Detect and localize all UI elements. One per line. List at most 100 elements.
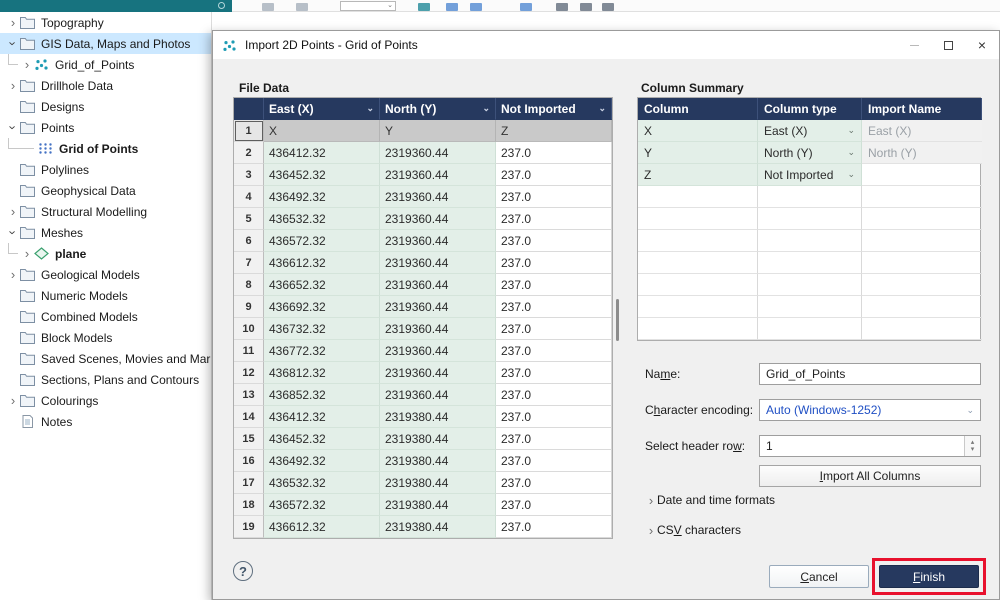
search-icon[interactable]	[218, 2, 225, 9]
chevron-down-icon[interactable]: ⌄	[366, 104, 374, 113]
tree-item-geological-models[interactable]: › Geological Models	[0, 264, 211, 285]
table-cell[interactable]: 237.0	[496, 494, 612, 516]
chevron-down-icon[interactable]: ⌄	[482, 104, 490, 113]
column-header[interactable]: Not Imported ⌄	[496, 98, 612, 120]
table-cell[interactable]: 436532.32	[264, 208, 380, 230]
row-number[interactable]: 19	[234, 516, 264, 538]
tree-item-numeric-models[interactable]: Numeric Models	[0, 285, 211, 306]
row-number[interactable]: 13	[234, 384, 264, 406]
table-cell[interactable]: 2319380.44	[380, 516, 496, 538]
row-number[interactable]: 2	[234, 142, 264, 164]
toolbar-icon-5[interactable]	[470, 3, 482, 11]
row-number[interactable]: 10	[234, 318, 264, 340]
file-data-table[interactable]: East (X) ⌄ North (Y) ⌄ Not Imported ⌄ 1 X Y Z 2 436…	[233, 97, 613, 539]
table-cell[interactable]: 436452.32	[264, 164, 380, 186]
table-cell[interactable]: 2319360.44	[380, 208, 496, 230]
table-cell[interactable]: 2319380.44	[380, 472, 496, 494]
table-cell[interactable]: 237.0	[496, 186, 612, 208]
row-number[interactable]: 7	[234, 252, 264, 274]
table-cell[interactable]: Z	[496, 120, 612, 142]
help-button[interactable]: ?	[233, 561, 253, 581]
table-cell[interactable]: 237.0	[496, 164, 612, 186]
toolbar-icon-4[interactable]	[446, 3, 458, 11]
tree-item-combined-models[interactable]: Combined Models	[0, 306, 211, 327]
table-cell[interactable]: 436412.32	[264, 142, 380, 164]
table-cell[interactable]: 2319360.44	[380, 274, 496, 296]
table-cell[interactable]: 436572.32	[264, 230, 380, 252]
tree-chevron-right-icon[interactable]: ›	[6, 205, 20, 218]
toolbar-icon-6[interactable]	[520, 3, 532, 11]
tree-item-notes[interactable]: Notes	[0, 411, 211, 432]
stepper-arrows[interactable]: ▴ ▾	[964, 436, 980, 456]
table-cell[interactable]: 237.0	[496, 340, 612, 362]
table-cell[interactable]: 237.0	[496, 296, 612, 318]
row-number[interactable]: 12	[234, 362, 264, 384]
table-cell[interactable]: 436572.32	[264, 494, 380, 516]
tree-item-designs[interactable]: Designs	[0, 96, 211, 117]
close-button[interactable]: ×	[965, 31, 999, 59]
tree-item-gis-data-maps-and-photos[interactable]: › GIS Data, Maps and Photos	[0, 33, 211, 54]
table-cell[interactable]: 2319380.44	[380, 406, 496, 428]
table-cell[interactable]: Y	[380, 120, 496, 142]
toolbar-icon-1[interactable]	[262, 3, 274, 11]
row-number[interactable]: 1	[234, 120, 264, 142]
tree-chevron-down-icon[interactable]: ›	[6, 226, 21, 240]
table-cell[interactable]: 237.0	[496, 428, 612, 450]
table-cell[interactable]: 436612.32	[264, 252, 380, 274]
table-cell[interactable]: X	[264, 120, 380, 142]
table-cell[interactable]: 2319360.44	[380, 230, 496, 252]
tree-item-meshes[interactable]: › Meshes	[0, 222, 211, 243]
tree-item-polylines[interactable]: Polylines	[0, 159, 211, 180]
table-cell[interactable]: 436812.32	[264, 362, 380, 384]
table-cell[interactable]: 2319380.44	[380, 494, 496, 516]
tree-chevron-right-icon[interactable]: ›	[6, 394, 20, 407]
table-cell[interactable]: 2319360.44	[380, 340, 496, 362]
chevron-down-icon[interactable]: ⌄	[847, 148, 855, 157]
row-number[interactable]: 4	[234, 186, 264, 208]
column-type-dropdown[interactable]: North (Y) ⌄	[758, 142, 862, 164]
chevron-down-icon[interactable]: ⌄	[847, 170, 855, 179]
tree-item-block-models[interactable]: Block Models	[0, 327, 211, 348]
row-number[interactable]: 17	[234, 472, 264, 494]
table-cell[interactable]: 2319360.44	[380, 252, 496, 274]
tree-item-structural-modelling[interactable]: › Structural Modelling	[0, 201, 211, 222]
toolbar-dropdown[interactable]: ⌄	[340, 1, 396, 11]
tree-item-grid-of-points[interactable]: Grid of Points	[0, 138, 211, 159]
tree-chevron-right-icon[interactable]: ›	[6, 16, 20, 29]
table-cell[interactable]: 237.0	[496, 230, 612, 252]
table-cell[interactable]: 237.0	[496, 142, 612, 164]
table-cell[interactable]: 2319380.44	[380, 450, 496, 472]
table-cell[interactable]: 436692.32	[264, 296, 380, 318]
tree-chevron-down-icon[interactable]: ›	[6, 121, 21, 135]
tree-item-sections-plans-and-contours[interactable]: Sections, Plans and Contours	[0, 369, 211, 390]
dialog-titlebar[interactable]: Import 2D Points - Grid of Points ×	[213, 31, 999, 59]
tree-chevron-down-icon[interactable]: ›	[6, 37, 21, 51]
toolbar-icon-7[interactable]	[556, 3, 568, 11]
spin-up-icon[interactable]: ▴	[971, 439, 975, 446]
table-cell[interactable]: 436492.32	[264, 186, 380, 208]
row-number[interactable]: 5	[234, 208, 264, 230]
table-cell[interactable]: 237.0	[496, 472, 612, 494]
header-row-stepper[interactable]: 1 ▴ ▾	[759, 435, 981, 457]
table-cell[interactable]: 237.0	[496, 450, 612, 472]
import-all-columns-button[interactable]: Import All Columns	[759, 465, 981, 487]
table-scrollbar[interactable]	[616, 299, 619, 341]
row-number[interactable]: 3	[234, 164, 264, 186]
table-cell[interactable]: 237.0	[496, 318, 612, 340]
tree-item-drillhole-data[interactable]: › Drillhole Data	[0, 75, 211, 96]
tree-item-colourings[interactable]: › Colourings	[0, 390, 211, 411]
row-number[interactable]: 8	[234, 274, 264, 296]
table-cell[interactable]: 237.0	[496, 252, 612, 274]
table-cell[interactable]: 2319380.44	[380, 428, 496, 450]
table-cell[interactable]: 436412.32	[264, 406, 380, 428]
import-name-cell[interactable]	[862, 164, 982, 186]
csv-characters-expander[interactable]: › CSV characters	[645, 523, 741, 537]
finish-button[interactable]: Finish	[879, 565, 979, 588]
table-cell[interactable]: 436532.32	[264, 472, 380, 494]
table-cell[interactable]: 436492.32	[264, 450, 380, 472]
table-cell[interactable]: 436652.32	[264, 274, 380, 296]
cancel-button[interactable]: Cancel	[769, 565, 869, 588]
tree-item-geophysical-data[interactable]: Geophysical Data	[0, 180, 211, 201]
table-cell[interactable]: 436612.32	[264, 516, 380, 538]
row-number[interactable]: 16	[234, 450, 264, 472]
